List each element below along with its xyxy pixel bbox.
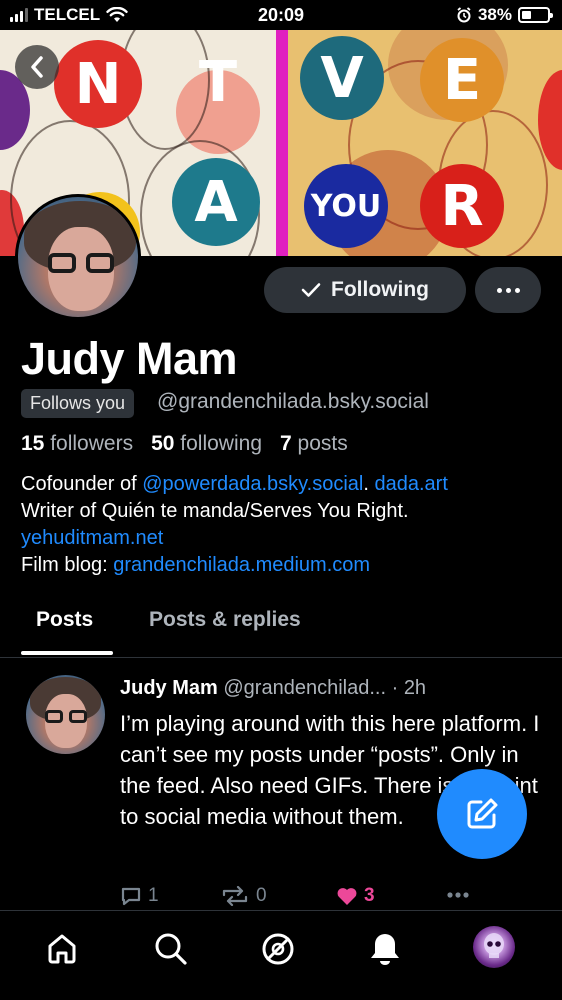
banner-letter: T (198, 49, 238, 115)
chevron-left-icon (31, 56, 43, 78)
tab-posts[interactable]: Posts (36, 608, 93, 632)
bio-mention-link[interactable]: @powerdada.bsky.social (142, 473, 363, 495)
posts-label: posts (297, 432, 348, 455)
reply-button[interactable]: 1 (120, 885, 159, 907)
compose-icon (467, 798, 498, 829)
home-icon (48, 934, 76, 964)
battery-icon (518, 7, 553, 23)
bio-line: yehuditmam.net (21, 525, 551, 552)
bio-text: Cofounder of (21, 473, 143, 495)
followers-count: 15 (21, 432, 45, 455)
nav-profile-avatar[interactable] (473, 926, 515, 968)
avatar-glasses (45, 710, 87, 723)
nav-home[interactable] (40, 927, 84, 971)
following-button-label: Following (331, 278, 429, 301)
feeds-icon (262, 933, 294, 965)
bio-line: Cofounder of @powerdada.bsky.social. dad… (21, 471, 551, 498)
dot (514, 287, 520, 293)
followers-label: followers (50, 432, 134, 455)
posts-count: 7 (280, 432, 292, 455)
repost-button[interactable]: 0 (220, 885, 267, 907)
banner-letter: R (440, 173, 484, 239)
following-count: 50 (151, 432, 175, 455)
repost-count: 0 (256, 885, 267, 906)
search-icon (155, 933, 187, 965)
banner-letter: E (442, 47, 482, 113)
profile-tabs: Posts Posts & replies (0, 598, 562, 658)
post-actions: 1 0 3 (120, 885, 480, 911)
bio-link[interactable]: grandenchilada.medium.com (113, 554, 370, 576)
repost-icon (222, 886, 248, 906)
banner-letter-circle: T (176, 40, 260, 124)
banner-letter-circle: E (420, 38, 504, 122)
banner-letter-circle: V (300, 36, 384, 120)
avatar-glasses (48, 253, 114, 273)
follows-you-badge: Follows you (21, 389, 135, 418)
nav-feeds[interactable] (256, 927, 300, 971)
post-timestamp[interactable]: 2h (404, 677, 426, 699)
banner-letter-circle: R (420, 164, 504, 248)
battery-level (522, 11, 532, 19)
check-icon (301, 283, 321, 297)
compose-button[interactable] (437, 769, 527, 859)
following-button[interactable]: Following (264, 267, 466, 313)
banner-letter: N (74, 51, 122, 117)
reply-count: 1 (148, 885, 159, 906)
post-time-separator: · (391, 677, 399, 699)
back-button[interactable] (15, 45, 59, 89)
post-author-avatar[interactable] (26, 675, 105, 754)
banner-divider (276, 30, 288, 256)
status-right: 38% (456, 5, 553, 25)
post-author-handle[interactable]: @grandenchilad... (223, 677, 386, 699)
skull-avatar-icon (484, 933, 504, 958)
banner-letter-circle: A (172, 158, 260, 246)
nav-search[interactable] (149, 927, 193, 971)
following-label: following (180, 432, 262, 455)
like-button[interactable]: 3 (336, 885, 375, 907)
bottom-nav (0, 910, 562, 1000)
like-count: 3 (364, 885, 375, 906)
nav-notifications[interactable] (363, 927, 407, 971)
profile-handle: @grandenchilada.bsky.social (157, 390, 429, 413)
bio-text: Film blog: (21, 554, 114, 576)
banner-letter-circle: N (54, 40, 142, 128)
profile-stats: 15 followers 50 following 7 posts (21, 432, 348, 456)
post-header: Judy Mam @grandenchilad... · 2h (120, 677, 426, 700)
heart-icon (337, 888, 357, 905)
following-stat[interactable]: 50 following (151, 432, 262, 456)
tab-posts-and-replies[interactable]: Posts & replies (149, 608, 301, 632)
dot (496, 287, 502, 293)
banner-right-panel: V E YOU R (288, 30, 562, 256)
active-tab-indicator (21, 651, 113, 655)
bio-link[interactable]: yehuditmam.net (21, 527, 163, 549)
dot (505, 287, 511, 293)
bio-line: Writer of Quién te manda/Serves You Righ… (21, 500, 409, 522)
profile-avatar[interactable] (15, 194, 141, 320)
banner-letter: A (194, 169, 238, 235)
display-name: Judy Mam (21, 333, 238, 384)
bio-text: . (363, 473, 375, 495)
reply-icon (121, 887, 141, 906)
more-options-button[interactable] (475, 267, 541, 313)
post-more-button[interactable] (446, 891, 470, 899)
banner-letter: YOU (310, 188, 382, 224)
posts-stat: 7 posts (280, 432, 348, 456)
status-bar: TELCEL 20:09 38% (0, 0, 562, 30)
followers-stat[interactable]: 15 followers (21, 432, 133, 456)
post-author-name[interactable]: Judy Mam (120, 677, 218, 699)
battery-percent: 38% (477, 5, 512, 24)
bio-line: Film blog: grandenchilada.medium.com (21, 552, 551, 579)
banner-letter-circle: YOU (304, 164, 388, 248)
ellipsis-icon (447, 892, 469, 898)
bio-link[interactable]: dada.art (374, 473, 447, 495)
alarm-icon (457, 7, 471, 23)
notifications-icon (371, 934, 399, 965)
profile-bio: Cofounder of @powerdada.bsky.social. dad… (21, 471, 551, 579)
banner-letter: V (320, 45, 364, 111)
